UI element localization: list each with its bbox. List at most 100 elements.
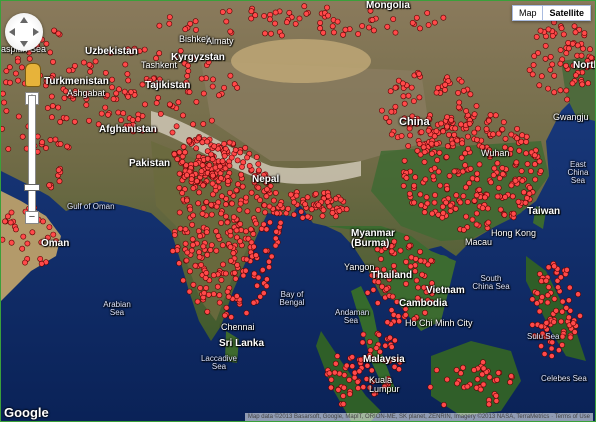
map-marker[interactable] (233, 293, 240, 299)
map-marker[interactable] (433, 89, 440, 96)
satellite-map[interactable]: Mongolia Uzbekistan Bishkek Almaty Kyrgy… (0, 0, 596, 422)
map-marker[interactable] (183, 257, 190, 264)
map-marker[interactable] (246, 162, 253, 169)
map-marker[interactable] (208, 242, 215, 248)
map-marker[interactable] (255, 274, 262, 281)
map-marker[interactable] (559, 308, 566, 315)
map-marker[interactable] (187, 20, 194, 27)
map-marker[interactable] (180, 277, 187, 284)
map-marker[interactable] (479, 371, 486, 378)
map-marker[interactable] (569, 80, 576, 87)
map-marker[interactable] (44, 105, 51, 111)
map-marker[interactable] (209, 83, 216, 90)
map-marker[interactable] (455, 104, 462, 111)
map-marker[interactable] (526, 184, 533, 191)
map-marker[interactable] (250, 243, 257, 250)
map-marker[interactable] (7, 219, 14, 226)
map-marker[interactable] (452, 125, 459, 132)
pan-up-icon[interactable] (20, 17, 28, 23)
map-marker[interactable] (401, 100, 408, 107)
map-marker[interactable] (255, 167, 262, 174)
map-marker[interactable] (243, 194, 249, 201)
map-marker[interactable] (408, 84, 415, 91)
map-marker[interactable] (510, 210, 517, 217)
map-marker[interactable] (272, 9, 279, 16)
map-marker[interactable] (566, 314, 572, 321)
map-marker[interactable] (424, 200, 431, 207)
map-marker[interactable] (304, 194, 311, 201)
map-marker[interactable] (374, 300, 381, 306)
map-marker[interactable] (218, 193, 225, 200)
map-marker[interactable] (262, 30, 268, 37)
map-marker[interactable] (551, 295, 558, 302)
map-marker[interactable] (64, 143, 70, 150)
map-marker[interactable] (179, 190, 186, 196)
map-marker[interactable] (417, 248, 423, 255)
map-marker[interactable] (184, 73, 191, 79)
map-marker[interactable] (225, 293, 232, 300)
map-marker[interactable] (263, 186, 270, 193)
map-marker[interactable] (462, 162, 468, 169)
map-marker[interactable] (267, 16, 273, 23)
map-marker[interactable] (218, 219, 224, 226)
map-marker[interactable] (189, 242, 196, 248)
map-marker[interactable] (335, 386, 342, 393)
map-marker[interactable] (482, 194, 488, 201)
map-marker[interactable] (390, 16, 397, 22)
map-marker[interactable] (405, 92, 412, 99)
map-marker[interactable] (421, 159, 428, 165)
map-marker[interactable] (268, 253, 275, 260)
map-marker[interactable] (559, 298, 566, 305)
map-marker[interactable] (545, 284, 552, 290)
map-marker[interactable] (473, 103, 480, 109)
map-marker[interactable] (227, 257, 234, 264)
map-marker[interactable] (262, 209, 268, 216)
map-marker[interactable] (180, 112, 186, 119)
map-marker[interactable] (298, 208, 305, 215)
map-marker[interactable] (549, 61, 556, 68)
map-marker[interactable] (551, 319, 557, 325)
map-marker[interactable] (169, 248, 176, 254)
map-marker[interactable] (278, 32, 285, 39)
map-marker[interactable] (484, 205, 491, 212)
map-marker[interactable] (524, 161, 531, 167)
map-marker[interactable] (471, 129, 478, 136)
map-marker[interactable] (176, 260, 182, 267)
map-marker[interactable] (225, 178, 231, 185)
map-marker[interactable] (317, 19, 323, 26)
map-marker[interactable] (417, 191, 424, 198)
map-marker[interactable] (189, 221, 195, 228)
map-marker[interactable] (184, 249, 191, 256)
map-marker[interactable] (37, 255, 44, 262)
map-marker[interactable] (529, 71, 536, 78)
map-marker[interactable] (570, 320, 577, 327)
map-marker[interactable] (334, 353, 341, 359)
map-marker[interactable] (580, 45, 586, 52)
map-marker[interactable] (515, 198, 522, 205)
map-marker[interactable] (531, 152, 538, 159)
map-marker[interactable] (359, 339, 366, 346)
map-marker[interactable] (291, 199, 297, 206)
map-marker[interactable] (545, 264, 552, 271)
map-marker[interactable] (224, 288, 231, 295)
map-marker[interactable] (166, 14, 173, 20)
map-marker[interactable] (403, 174, 410, 181)
map-marker[interactable] (542, 55, 549, 62)
map-marker[interactable] (418, 129, 425, 135)
map-marker[interactable] (536, 82, 543, 89)
map-marker[interactable] (376, 331, 382, 338)
map-marker[interactable] (120, 110, 127, 117)
map-marker[interactable] (55, 167, 62, 173)
map-marker[interactable] (259, 266, 266, 273)
map-marker[interactable] (384, 23, 391, 30)
map-marker[interactable] (219, 242, 226, 249)
map-marker[interactable] (578, 52, 585, 59)
map-marker[interactable] (378, 256, 384, 262)
map-marker[interactable] (441, 87, 448, 93)
map-marker[interactable] (495, 184, 502, 191)
map-marker[interactable] (566, 297, 572, 304)
map-marker[interactable] (429, 210, 436, 217)
map-marker[interactable] (407, 132, 413, 139)
map-marker[interactable] (208, 151, 214, 158)
map-marker[interactable] (537, 168, 544, 174)
